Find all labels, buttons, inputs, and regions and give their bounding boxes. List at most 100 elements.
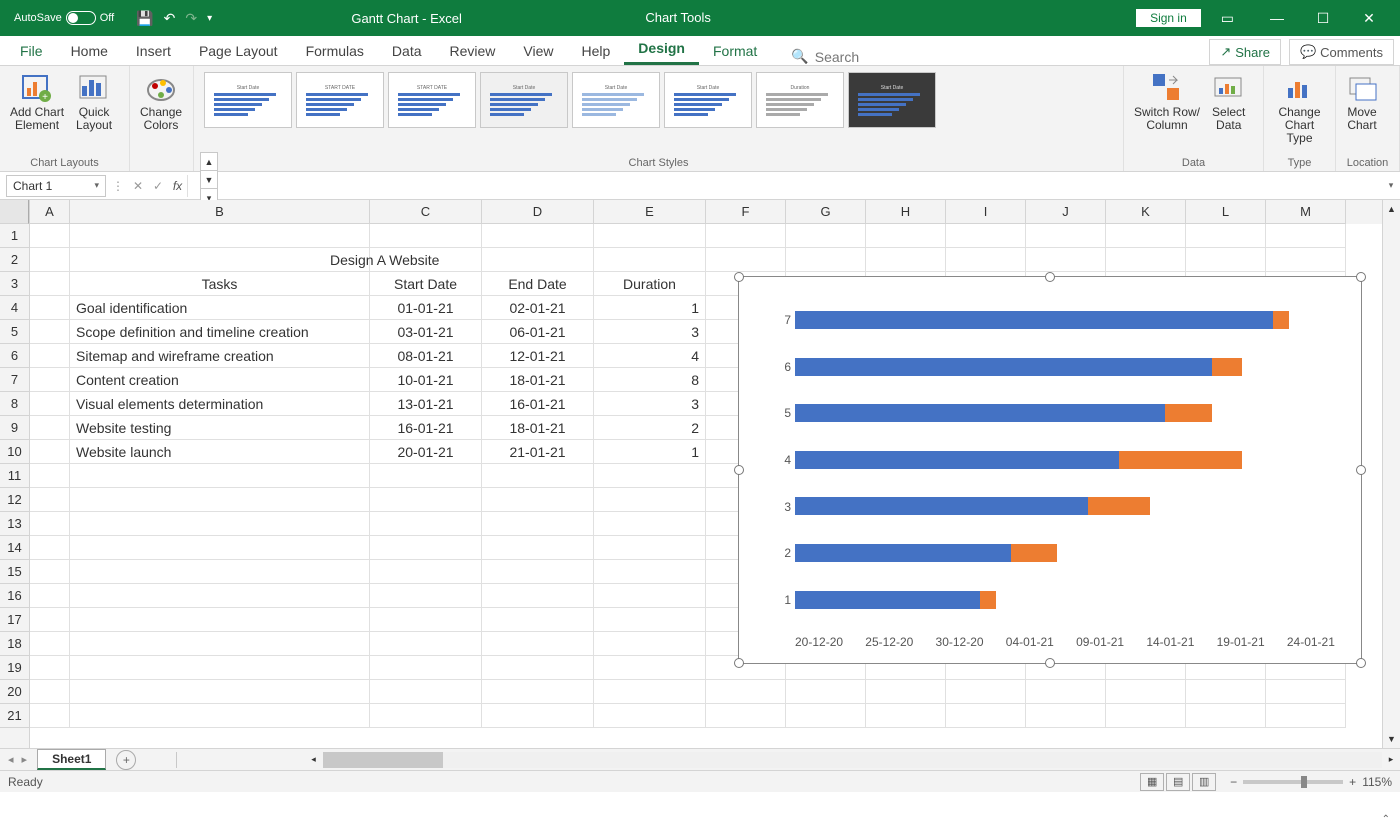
cell[interactable]: 20-01-21 — [370, 440, 482, 464]
row-header[interactable]: 12 — [0, 488, 29, 512]
cell[interactable] — [482, 704, 594, 728]
cell[interactable] — [370, 584, 482, 608]
name-box[interactable]: Chart 1 — [6, 175, 106, 197]
cell[interactable] — [30, 704, 70, 728]
tab-home[interactable]: Home — [57, 37, 122, 65]
row-header[interactable]: 21 — [0, 704, 29, 728]
chart-style-7[interactable]: Duration — [756, 72, 844, 128]
cell[interactable]: 21-01-21 — [482, 440, 594, 464]
cell[interactable] — [70, 608, 370, 632]
chart-style-5[interactable]: Start Date — [572, 72, 660, 128]
collapse-ribbon-icon[interactable]: ⌃ — [1382, 814, 1390, 825]
cell[interactable] — [70, 560, 370, 584]
cell[interactable] — [30, 320, 70, 344]
row-header[interactable]: 15 — [0, 560, 29, 584]
cell[interactable]: 10-01-21 — [370, 368, 482, 392]
cell[interactable] — [30, 632, 70, 656]
cell[interactable] — [482, 680, 594, 704]
cell[interactable]: 03-01-21 — [370, 320, 482, 344]
cell[interactable]: 08-01-21 — [370, 344, 482, 368]
ribbon-display-options-icon[interactable]: ▭ — [1213, 10, 1242, 27]
cell[interactable]: Start Date — [370, 272, 482, 296]
cell[interactable] — [30, 440, 70, 464]
column-header[interactable]: I — [946, 200, 1026, 224]
cell[interactable]: Design A Website — [70, 248, 370, 272]
cell[interactable] — [946, 704, 1026, 728]
row-header[interactable]: 3 — [0, 272, 29, 296]
cell[interactable] — [70, 704, 370, 728]
cell[interactable]: 4 — [594, 344, 706, 368]
cell[interactable] — [70, 656, 370, 680]
cell[interactable] — [70, 584, 370, 608]
row-header[interactable]: 7 — [0, 368, 29, 392]
cell[interactable]: Duration — [594, 272, 706, 296]
cell[interactable] — [482, 608, 594, 632]
cell[interactable] — [594, 680, 706, 704]
cell[interactable] — [866, 248, 946, 272]
row-header[interactable]: 16 — [0, 584, 29, 608]
cell[interactable] — [594, 632, 706, 656]
cell[interactable]: 3 — [594, 320, 706, 344]
cell[interactable] — [30, 656, 70, 680]
cell[interactable] — [482, 536, 594, 560]
cell[interactable] — [786, 248, 866, 272]
column-header[interactable]: A — [30, 200, 70, 224]
cell[interactable] — [70, 536, 370, 560]
worksheet-grid[interactable]: 123456789101112131415161718192021 ABCDEF… — [0, 200, 1400, 748]
column-header[interactable]: F — [706, 200, 786, 224]
expand-formula-bar-icon[interactable]: ▾ — [1382, 180, 1400, 191]
cell[interactable] — [594, 536, 706, 560]
cell[interactable] — [70, 680, 370, 704]
cell[interactable] — [1186, 680, 1266, 704]
cell[interactable] — [70, 464, 370, 488]
tab-formulas[interactable]: Formulas — [292, 37, 378, 65]
column-headers[interactable]: ABCDEFGHIJKLM — [30, 200, 1382, 224]
normal-view-icon[interactable]: ▦ — [1140, 773, 1164, 791]
cell[interactable] — [594, 656, 706, 680]
chart-style-1[interactable]: Start Date — [204, 72, 292, 128]
cell[interactable] — [70, 224, 370, 248]
change-chart-type-button[interactable]: Change Chart Type — [1270, 68, 1329, 145]
column-header[interactable]: C — [370, 200, 482, 224]
cell[interactable] — [786, 704, 866, 728]
scroll-down-icon[interactable]: ▼ — [201, 171, 217, 189]
cell[interactable] — [1186, 224, 1266, 248]
tab-page-layout[interactable]: Page Layout — [185, 37, 292, 65]
page-layout-view-icon[interactable]: ▤ — [1166, 773, 1190, 791]
horizontal-scrollbar[interactable]: ◂ ▸ — [176, 752, 1400, 768]
cell[interactable] — [866, 224, 946, 248]
cell[interactable] — [30, 608, 70, 632]
cell[interactable] — [866, 680, 946, 704]
cell[interactable]: 16-01-21 — [482, 392, 594, 416]
cell[interactable]: Tasks — [70, 272, 370, 296]
cell[interactable] — [1106, 248, 1186, 272]
cell[interactable] — [370, 632, 482, 656]
tab-view[interactable]: View — [509, 37, 567, 65]
resize-handle[interactable] — [1356, 272, 1366, 282]
row-header[interactable]: 19 — [0, 656, 29, 680]
scrollbar-thumb[interactable] — [323, 752, 443, 768]
chart-style-3[interactable]: START DATE — [388, 72, 476, 128]
chart-style-6[interactable]: Start Date — [664, 72, 752, 128]
minimize-icon[interactable]: — — [1254, 0, 1300, 36]
cell[interactable]: 18-01-21 — [482, 416, 594, 440]
cell[interactable] — [706, 224, 786, 248]
cell[interactable] — [482, 248, 594, 272]
cell[interactable]: Website testing — [70, 416, 370, 440]
cell[interactable]: 06-01-21 — [482, 320, 594, 344]
next-sheet-icon[interactable]: ▸ — [22, 753, 28, 766]
cell[interactable] — [30, 584, 70, 608]
row-header[interactable]: 8 — [0, 392, 29, 416]
cell[interactable] — [30, 272, 70, 296]
cell[interactable]: 13-01-21 — [370, 392, 482, 416]
tell-me-search[interactable]: 🔍 Search — [791, 48, 859, 65]
add-chart-element-button[interactable]: + Add Chart Element — [6, 68, 68, 132]
toggle-switch[interactable] — [66, 11, 96, 25]
switch-row-column-button[interactable]: Switch Row/ Column — [1130, 68, 1204, 132]
cell[interactable] — [1106, 704, 1186, 728]
zoom-slider[interactable] — [1243, 780, 1343, 784]
redo-icon[interactable]: ↷ — [185, 10, 197, 27]
cell[interactable] — [946, 680, 1026, 704]
cell[interactable]: 2 — [594, 416, 706, 440]
row-header[interactable]: 14 — [0, 536, 29, 560]
